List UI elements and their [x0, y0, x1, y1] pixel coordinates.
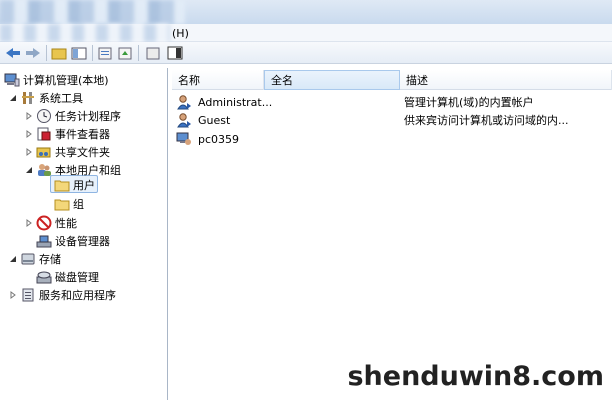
tree-item-event-viewer[interactable]: 事件查看器 [24, 125, 110, 143]
no-entry-icon [36, 215, 52, 231]
table-row[interactable]: Guest 供来宾访问计算机或访问域的内... [176, 111, 606, 129]
tree-item-performance[interactable]: 性能 [24, 214, 77, 232]
computer-management-icon [4, 72, 20, 88]
export-list-icon[interactable] [116, 45, 134, 61]
toolbar-separator [46, 45, 47, 61]
user-name: Guest [198, 113, 231, 127]
table-row[interactable]: Administrat... 管理计算机(域)的内置帐户 [176, 93, 606, 111]
device-manager-icon [36, 233, 52, 249]
tree-item-shared-folders[interactable]: 共享文件夹 [24, 143, 110, 161]
properties-icon[interactable] [96, 45, 114, 61]
users-group-icon [36, 162, 52, 178]
blurred-menu [0, 24, 170, 42]
user-icon [176, 94, 192, 110]
expand-triangle-icon[interactable] [24, 111, 34, 121]
show-hide-tree-icon[interactable] [70, 45, 88, 61]
column-header-fullname[interactable]: 全名 [264, 70, 400, 90]
user-computer-icon [176, 131, 192, 147]
collapse-triangle-icon[interactable] [24, 165, 34, 175]
table-row[interactable]: pc0359 [176, 130, 606, 148]
back-arrow-icon[interactable] [4, 45, 22, 61]
menu-bar: (H) [0, 24, 612, 42]
user-description: 供来宾访问计算机或访问域的内... [404, 114, 569, 127]
collapse-triangle-icon[interactable] [8, 93, 18, 103]
user-description: 管理计算机(域)的内置帐户 [404, 96, 534, 109]
toolbar-separator [138, 45, 139, 61]
console-tree: 计算机管理(本地) 系统工具 任务计划程序 事件查看器 共享文件夹 本地用户和组… [0, 68, 168, 400]
title-bar [0, 0, 612, 24]
user-icon [176, 112, 192, 128]
storage-icon [20, 251, 36, 267]
expand-triangle-icon[interactable] [24, 129, 34, 139]
user-name: pc0359 [198, 132, 240, 146]
folder-icon [54, 196, 70, 212]
tree-item-groups[interactable]: 组 [54, 195, 84, 213]
toolbar [0, 42, 612, 64]
clock-icon [36, 108, 52, 124]
help-icon[interactable] [144, 45, 162, 61]
tools-icon [20, 90, 36, 106]
forward-arrow-icon[interactable] [24, 45, 42, 61]
menu-help[interactable]: (H) [172, 27, 189, 40]
tree-item-disk-management[interactable]: 磁盘管理 [36, 268, 99, 286]
tree-item-task-scheduler[interactable]: 任务计划程序 [24, 107, 121, 125]
collapse-triangle-icon[interactable] [8, 254, 18, 264]
user-list-pane: 名称 全名 描述 Administrat... 管理计算机(域)的内置帐户 Gu… [172, 68, 612, 400]
tree-item-device-manager[interactable]: 设备管理器 [36, 232, 110, 250]
column-header-description[interactable]: 描述 [400, 70, 612, 90]
event-viewer-icon [36, 126, 52, 142]
expand-triangle-icon[interactable] [8, 290, 18, 300]
list-header: 名称 全名 描述 [172, 70, 612, 90]
tree-item-computer-management[interactable]: 计算机管理(本地) [4, 71, 109, 89]
watermark: shenduwin8.com [347, 361, 604, 392]
services-icon [20, 287, 36, 303]
user-name: Administrat... [198, 95, 273, 109]
shared-folder-icon [36, 144, 52, 160]
tree-item-storage[interactable]: 存储 [8, 250, 61, 268]
expand-triangle-icon[interactable] [24, 218, 34, 228]
toolbar-separator [92, 45, 93, 61]
tree-item-system-tools[interactable]: 系统工具 [8, 89, 83, 107]
action-pane-icon[interactable] [166, 45, 184, 61]
blurred-title [0, 0, 185, 24]
folder-icon [54, 177, 70, 193]
tree-item-users[interactable]: 用户 [54, 176, 95, 194]
tree-item-services-apps[interactable]: 服务和应用程序 [8, 286, 116, 304]
disk-icon [36, 269, 52, 285]
column-header-name[interactable]: 名称 [172, 70, 264, 90]
folder-up-icon[interactable] [50, 45, 68, 61]
expand-triangle-icon[interactable] [24, 147, 34, 157]
